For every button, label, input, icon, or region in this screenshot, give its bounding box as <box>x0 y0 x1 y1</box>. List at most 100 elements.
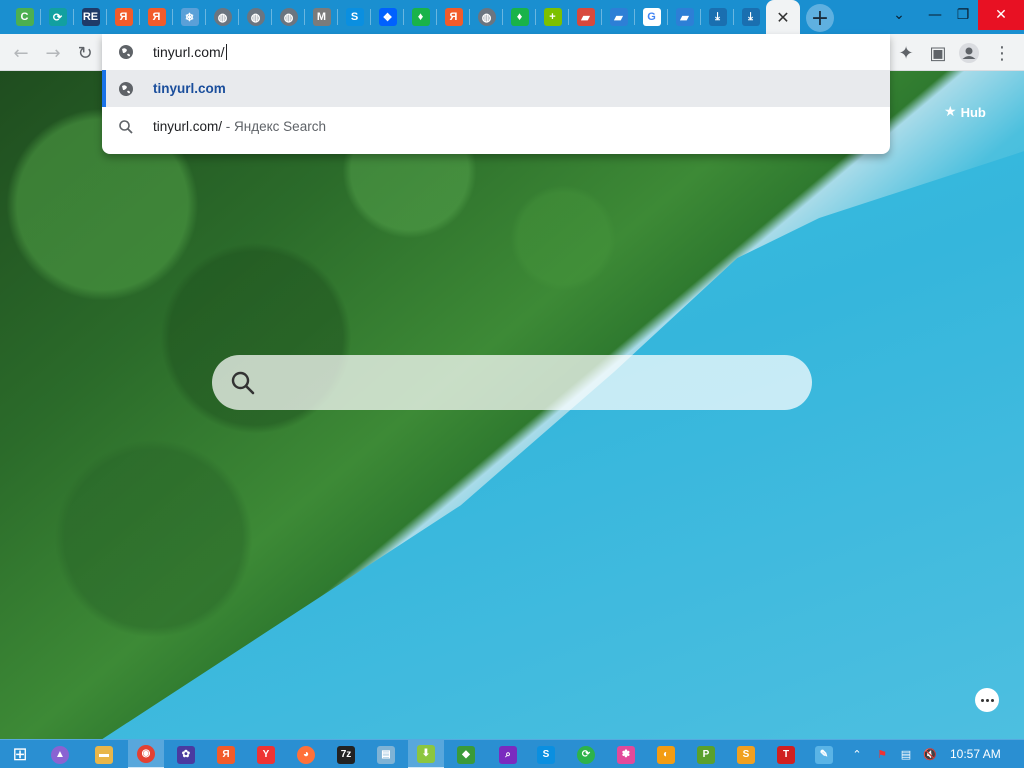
omnibox-suggestion[interactable]: tinyurl.com/ - Яндекс Search <box>102 108 890 145</box>
tab-separator <box>568 9 569 25</box>
tab[interactable]: M <box>305 0 338 34</box>
tab[interactable]: ⟳ <box>41 0 74 34</box>
yandex-icon: Я <box>444 8 463 26</box>
tab-separator <box>73 9 74 25</box>
taskbar-item[interactable]: ◆ <box>448 740 484 768</box>
taskbar-item[interactable]: ◉ <box>128 740 164 768</box>
taskbar-item[interactable]: ▲ <box>42 740 78 768</box>
tab[interactable]: Я <box>140 0 173 34</box>
taskbar-item[interactable]: P <box>688 740 724 768</box>
tab[interactable]: C <box>8 0 41 34</box>
tab-close-icon[interactable]: ✕ <box>776 8 789 27</box>
tab[interactable]: ◍ <box>239 0 272 34</box>
yandex-icon: Я <box>114 8 133 26</box>
active-tab[interactable]: ✕ <box>766 0 800 34</box>
address-input[interactable]: tinyurl.com/ <box>153 44 227 60</box>
taskbar-item[interactable]: Я <box>208 740 244 768</box>
taskbar-item[interactable]: ⬇ <box>408 740 444 768</box>
clock[interactable]: 10:57 AM <box>950 747 1001 761</box>
taskbar-item[interactable]: ◕ <box>288 740 324 768</box>
tab[interactable]: ▰ <box>602 0 635 34</box>
tab[interactable]: ◍ <box>272 0 305 34</box>
taskbar-item[interactable]: 7z <box>328 740 364 768</box>
cortana-icon: ▲ <box>51 745 69 764</box>
globe-icon <box>119 45 133 59</box>
address-bar[interactable]: tinyurl.com/ <box>102 34 890 70</box>
side-panel-icon[interactable]: ▣ <box>925 40 951 66</box>
tab-separator <box>40 9 41 25</box>
taskbar-item[interactable]: ✽ <box>608 740 644 768</box>
dot-icon <box>990 698 994 702</box>
reload-button[interactable]: ↻ <box>72 40 98 66</box>
new-tab-page: ★ Hub <box>0 71 1024 739</box>
tab[interactable]: ❖ <box>371 0 404 34</box>
tab-separator <box>337 9 338 25</box>
globe-icon <box>119 82 133 96</box>
tab[interactable]: RE <box>74 0 107 34</box>
network-icon[interactable]: ▤ <box>896 740 916 768</box>
page-search-bar[interactable] <box>212 355 812 410</box>
tab[interactable]: ◍ <box>206 0 239 34</box>
sync-app-icon: ⟳ <box>577 745 595 764</box>
tab[interactable]: ▰ <box>569 0 602 34</box>
hub-link[interactable]: ★ Hub <box>944 104 986 120</box>
omnibox-suggestion[interactable]: tinyurl.com <box>102 70 890 107</box>
taskbar-item[interactable]: ⟳ <box>568 740 604 768</box>
tab[interactable]: G <box>635 0 668 34</box>
taskbar-item[interactable]: ✎ <box>806 740 842 768</box>
tab[interactable]: ♦ <box>503 0 536 34</box>
forward-button[interactable]: → <box>40 40 66 66</box>
volume-muted-icon[interactable]: 🔇 <box>920 740 940 768</box>
more-options-button[interactable] <box>975 688 999 712</box>
close-window-button[interactable]: ✕ <box>978 0 1024 30</box>
new-tab-button[interactable]: + <box>806 4 834 32</box>
taskbar-item[interactable]: ✿ <box>168 740 204 768</box>
taskbar-item[interactable]: Y <box>248 740 284 768</box>
restore-button[interactable]: ❐ <box>944 0 982 30</box>
tab[interactable]: ❄ <box>173 0 206 34</box>
tab-separator <box>205 9 206 25</box>
profile-avatar[interactable] <box>956 40 982 66</box>
pen-app-icon: ✎ <box>815 745 833 764</box>
firefox-icon: ◕ <box>297 745 315 764</box>
download-manager-icon: ⬇ <box>417 744 435 763</box>
tab[interactable]: + <box>536 0 569 34</box>
tab[interactable]: Я <box>107 0 140 34</box>
tab[interactable]: ♦ <box>404 0 437 34</box>
action-center-flag-icon[interactable]: ⚑ <box>872 740 892 768</box>
menu-button[interactable]: ⋮ <box>989 40 1015 66</box>
google-icon: G <box>642 8 661 26</box>
taskbar-item[interactable]: ▤ <box>368 740 404 768</box>
skype-icon: S <box>537 745 555 764</box>
taskbar-item[interactable]: S <box>528 740 564 768</box>
tab-separator <box>436 9 437 25</box>
taskbar-item[interactable]: ⌕ <box>490 740 526 768</box>
tray-overflow-icon[interactable]: ⌃ <box>850 740 864 768</box>
tab-separator <box>106 9 107 25</box>
tab-search-dropdown-icon[interactable]: ⌄ <box>880 0 918 30</box>
plus-app-icon: + <box>543 8 562 26</box>
leaf-icon: ♦ <box>411 8 430 26</box>
back-button[interactable]: ← <box>8 40 34 66</box>
taskbar-item[interactable]: T <box>768 740 804 768</box>
tab-separator <box>700 9 701 25</box>
suggestion-text: tinyurl.com <box>153 81 226 96</box>
tab[interactable]: ▰ <box>668 0 701 34</box>
7zip-icon: 7z <box>337 745 355 764</box>
tab-separator <box>304 9 305 25</box>
c-app-icon: C <box>15 8 34 26</box>
taskbar-item[interactable]: ▬ <box>86 740 122 768</box>
tab[interactable]: S <box>338 0 371 34</box>
taskbar-item[interactable]: ⊞ <box>2 740 38 768</box>
dropbox-icon: ❖ <box>378 8 397 26</box>
tab[interactable]: ⤓ <box>701 0 734 34</box>
skype-icon: S <box>345 8 364 26</box>
color-app-icon: ◐ <box>657 745 675 764</box>
tab[interactable]: ⤓ <box>734 0 767 34</box>
taskbar-item[interactable]: ◐ <box>648 740 684 768</box>
tab[interactable]: ◍ <box>470 0 503 34</box>
extensions-icon[interactable]: ✦ <box>893 40 919 66</box>
tab[interactable]: Я <box>437 0 470 34</box>
taskbar-item[interactable]: S <box>728 740 764 768</box>
dot-icon <box>980 698 984 702</box>
